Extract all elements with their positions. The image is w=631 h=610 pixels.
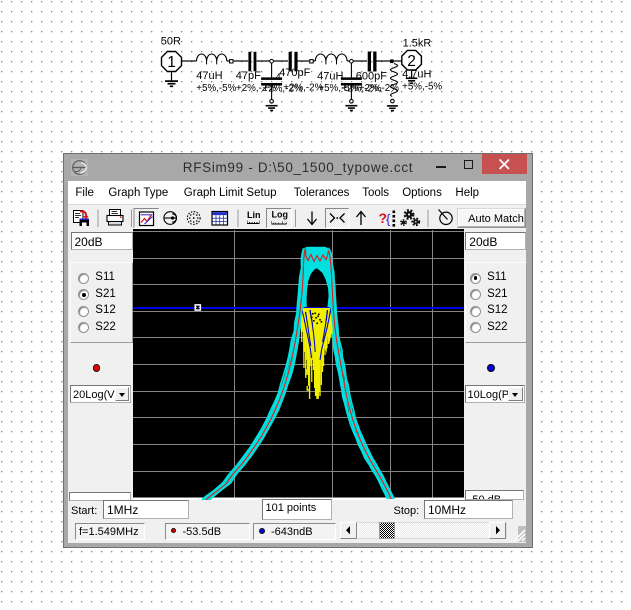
svg-text:1: 1 <box>167 54 176 71</box>
svg-text:+2%,-2%: +2%,-2% <box>359 83 399 94</box>
svg-text:Lin: Lin <box>247 210 261 220</box>
svg-text:47pF: 47pF <box>236 70 261 82</box>
svg-text:470pF: 470pF <box>279 67 310 79</box>
svg-text:47uH: 47uH <box>196 70 222 82</box>
svg-text:4.7uH: 4.7uH <box>402 68 431 80</box>
svg-text:{: { <box>386 211 391 226</box>
svg-text:+5%,-5%: +5%,-5% <box>196 83 236 94</box>
svg-text:Log: Log <box>272 209 289 219</box>
svg-text:50R: 50R <box>161 35 181 47</box>
svg-text:+5%,-5%: +5%,-5% <box>402 82 442 93</box>
svg-text:Auto Match: Auto Match <box>468 213 524 225</box>
svg-text:600pF: 600pF <box>356 70 387 82</box>
svg-text:1.5kR: 1.5kR <box>403 37 432 49</box>
svg-text:2: 2 <box>407 53 416 70</box>
svg-text:47uH: 47uH <box>317 70 343 82</box>
